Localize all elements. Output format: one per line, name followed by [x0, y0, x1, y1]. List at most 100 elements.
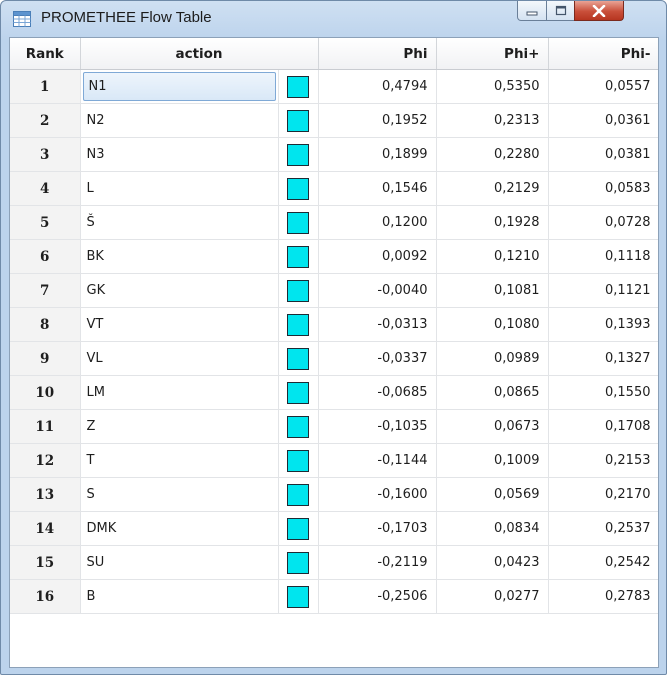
color-swatch-cell[interactable]	[278, 409, 319, 444]
color-swatch[interactable]	[287, 483, 309, 506]
header-rank[interactable]: Rank	[10, 38, 81, 70]
color-swatch-cell[interactable]	[278, 137, 319, 172]
color-swatch-cell[interactable]	[278, 443, 319, 478]
action-cell[interactable]: BK	[80, 239, 279, 274]
phi-minus-cell: 0,2170	[548, 477, 658, 512]
color-swatch-cell[interactable]	[278, 511, 319, 546]
action-cell[interactable]: B	[80, 579, 279, 614]
header-phi-plus[interactable]: Phi+	[436, 38, 549, 70]
phi-plus-cell: 0,0865	[436, 375, 549, 410]
minimize-button[interactable]	[517, 1, 547, 21]
table-row[interactable]: 2 N2 0,1952 0,2313 0,0361	[10, 103, 658, 138]
table-row[interactable]: 16 B -0,2506 0,0277 0,2783	[10, 579, 658, 614]
color-swatch[interactable]	[287, 75, 309, 98]
table-row[interactable]: 8 VT -0,0313 0,1080 0,1393	[10, 307, 658, 342]
table-body: 1 N1 0,4794 0,5350 0,0557 2 N2 0,1952 0,2313 0,03…	[10, 69, 658, 614]
phi-cell: 0,1200	[318, 205, 437, 240]
header-action[interactable]: action	[80, 38, 319, 70]
flow-table: Rank action Phi Phi+ Phi- 1 N1 0,4794 0,535…	[10, 38, 658, 614]
action-cell[interactable]: Z	[80, 409, 279, 444]
phi-cell: -0,0313	[318, 307, 437, 342]
action-cell[interactable]: SU	[80, 545, 279, 580]
phi-minus-cell: 0,2783	[548, 579, 658, 614]
table-row[interactable]: 6 BK 0,0092 0,1210 0,1118	[10, 239, 658, 274]
close-button[interactable]	[574, 1, 624, 21]
rank-cell: 13	[10, 477, 81, 512]
color-swatch-cell[interactable]	[278, 103, 319, 138]
color-swatch[interactable]	[287, 415, 309, 438]
color-swatch-cell[interactable]	[278, 579, 319, 614]
action-cell[interactable]: S	[80, 477, 279, 512]
phi-plus-cell: 0,0673	[436, 409, 549, 444]
color-swatch[interactable]	[287, 109, 309, 132]
action-cell-selected[interactable]: N1	[82, 72, 276, 101]
action-cell[interactable]: VL	[80, 341, 279, 376]
phi-cell: -0,0337	[318, 341, 437, 376]
action-cell[interactable]: LM	[80, 375, 279, 410]
color-swatch[interactable]	[287, 517, 309, 540]
maximize-button[interactable]	[546, 1, 575, 21]
phi-minus-cell: 0,2537	[548, 511, 658, 546]
action-cell[interactable]: Š	[80, 205, 279, 240]
table-row[interactable]: 14 DMK -0,1703 0,0834 0,2537	[10, 511, 658, 546]
action-cell[interactable]: N3	[80, 137, 279, 172]
color-swatch[interactable]	[287, 449, 309, 472]
table-row[interactable]: 5 Š 0,1200 0,1928 0,0728	[10, 205, 658, 240]
table-row[interactable]: 1 N1 0,4794 0,5350 0,0557	[10, 69, 658, 104]
header-phi-minus[interactable]: Phi-	[548, 38, 658, 70]
table-row[interactable]: 13 S -0,1600 0,0569 0,2170	[10, 477, 658, 512]
action-cell[interactable]: VT	[80, 307, 279, 342]
color-swatch-cell[interactable]	[278, 239, 319, 274]
action-cell[interactable]: L	[80, 171, 279, 206]
color-swatch-cell[interactable]	[278, 477, 319, 512]
action-cell[interactable]: T	[80, 443, 279, 478]
phi-minus-cell: 0,0728	[548, 205, 658, 240]
table-row[interactable]: 7 GK -0,0040 0,1081 0,1121	[10, 273, 658, 308]
color-swatch-cell[interactable]	[278, 375, 319, 410]
phi-cell: -0,1144	[318, 443, 437, 478]
table-row[interactable]: 3 N3 0,1899 0,2280 0,0381	[10, 137, 658, 172]
action-cell-text: B	[86, 589, 96, 604]
color-swatch[interactable]	[287, 143, 309, 166]
action-cell[interactable]: N1	[80, 69, 279, 104]
color-swatch-cell[interactable]	[278, 69, 319, 104]
phi-minus-cell: 0,1550	[548, 375, 658, 410]
color-swatch[interactable]	[287, 313, 309, 336]
color-swatch-cell[interactable]	[278, 545, 319, 580]
table-row[interactable]: 15 SU -0,2119 0,0423 0,2542	[10, 545, 658, 580]
phi-plus-cell: 0,2280	[436, 137, 549, 172]
phi-plus-cell: 0,2129	[436, 171, 549, 206]
phi-cell: -0,1703	[318, 511, 437, 546]
phi-plus-cell: 0,0834	[436, 511, 549, 546]
title-bar[interactable]: PROMETHEE Flow Table	[1, 1, 666, 35]
table-row[interactable]: 4 L 0,1546 0,2129 0,0583	[10, 171, 658, 206]
color-swatch-cell[interactable]	[278, 171, 319, 206]
color-swatch-cell[interactable]	[278, 273, 319, 308]
header-phi[interactable]: Phi	[318, 38, 437, 70]
rank-cell: 8	[10, 307, 81, 342]
action-cell[interactable]: DMK	[80, 511, 279, 546]
color-swatch[interactable]	[287, 585, 309, 608]
rank-cell: 11	[10, 409, 81, 444]
table-row[interactable]: 10 LM -0,0685 0,0865 0,1550	[10, 375, 658, 410]
color-swatch-cell[interactable]	[278, 341, 319, 376]
rank-cell: 7	[10, 273, 81, 308]
table-row[interactable]: 9 VL -0,0337 0,0989 0,1327	[10, 341, 658, 376]
color-swatch[interactable]	[287, 177, 309, 200]
color-swatch[interactable]	[287, 551, 309, 574]
color-swatch[interactable]	[287, 211, 309, 234]
color-swatch[interactable]	[287, 245, 309, 268]
color-swatch[interactable]	[287, 279, 309, 302]
action-cell[interactable]: N2	[80, 103, 279, 138]
color-swatch[interactable]	[287, 381, 309, 404]
table-row[interactable]: 11 Z -0,1035 0,0673 0,1708	[10, 409, 658, 444]
phi-minus-cell: 0,1327	[548, 341, 658, 376]
rank-cell: 14	[10, 511, 81, 546]
action-cell[interactable]: GK	[80, 273, 279, 308]
phi-cell: -0,2506	[318, 579, 437, 614]
action-cell-text: S	[86, 487, 95, 502]
table-row[interactable]: 12 T -0,1144 0,1009 0,2153	[10, 443, 658, 478]
color-swatch-cell[interactable]	[278, 307, 319, 342]
color-swatch[interactable]	[287, 347, 309, 370]
color-swatch-cell[interactable]	[278, 205, 319, 240]
